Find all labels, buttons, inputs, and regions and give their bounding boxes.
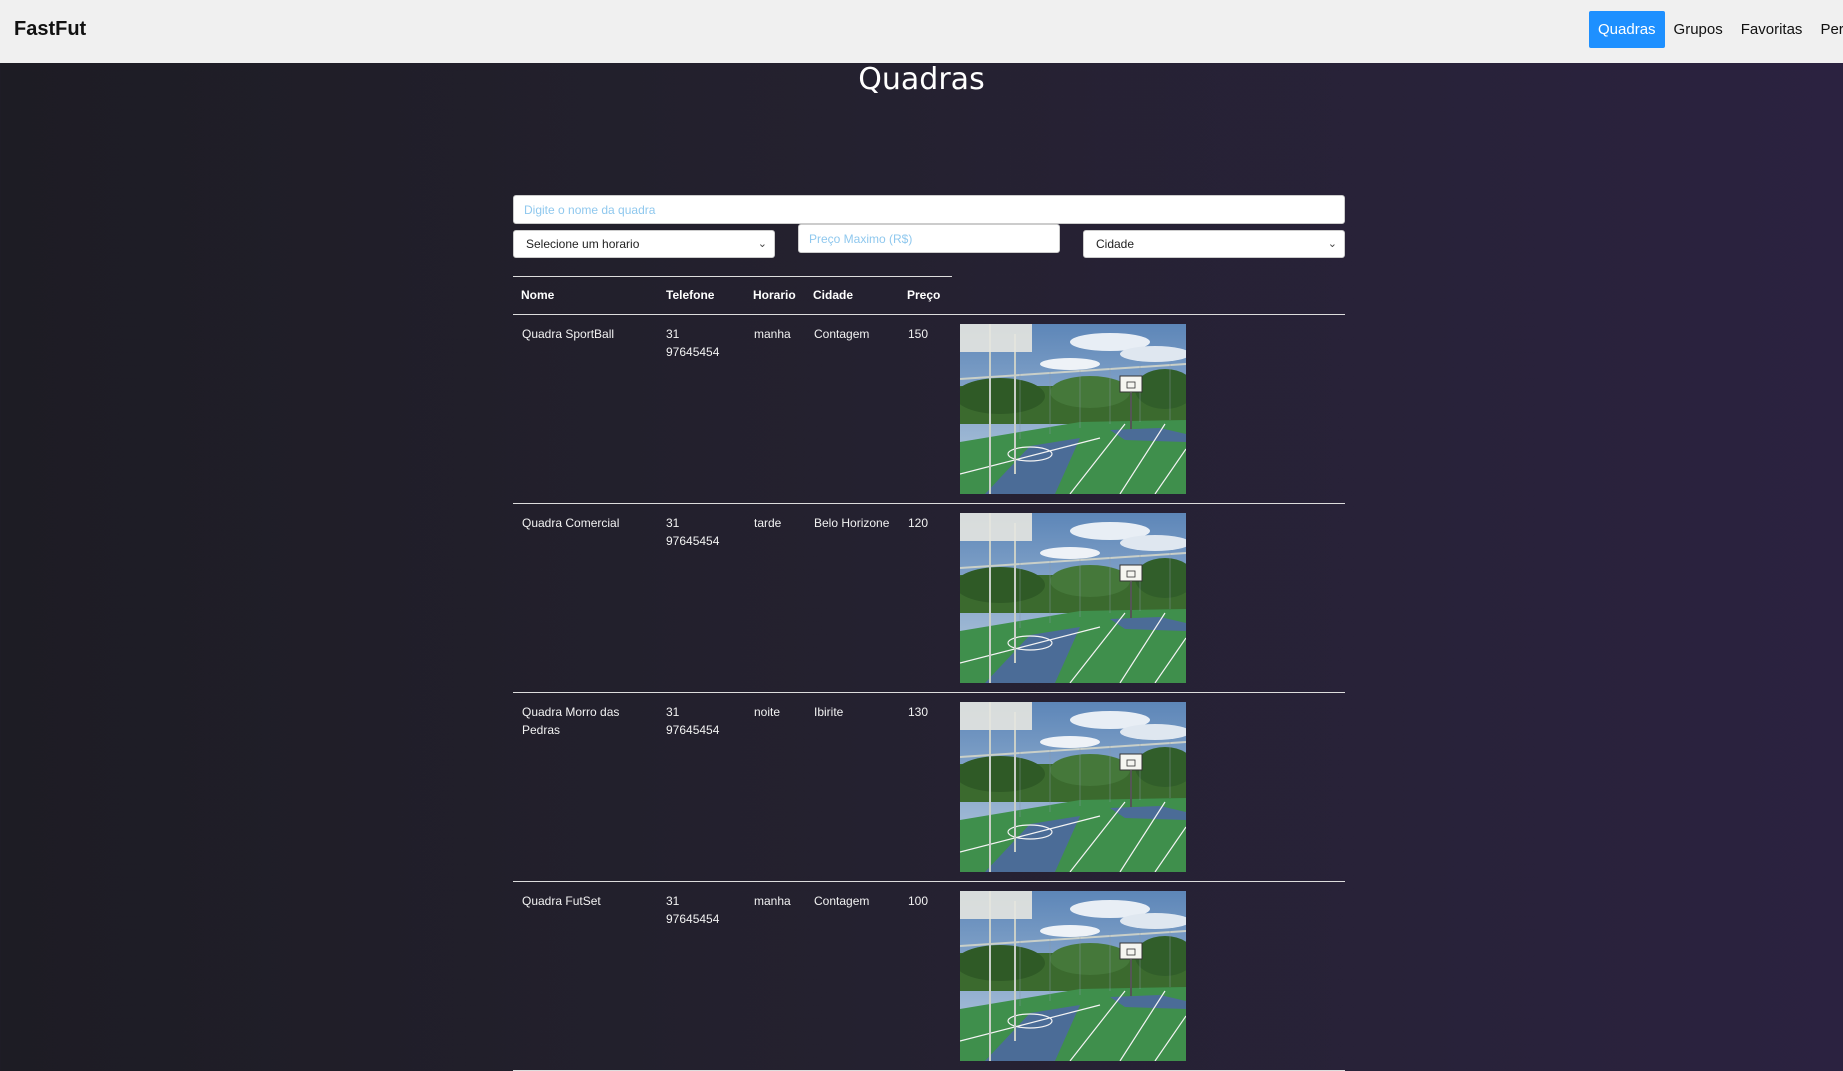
cell-telefone: 31 97645454 <box>666 327 720 359</box>
cidade-select-value: Cidade <box>1096 237 1135 251</box>
nav-grupos[interactable]: Grupos <box>1665 11 1732 48</box>
header-horario: Horario <box>753 288 796 302</box>
court-name-search-input[interactable] <box>513 195 1345 224</box>
cell-telefone: 31 97645454 <box>666 894 720 926</box>
cell-nome: Quadra FutSet <box>522 894 601 908</box>
cell-horario: tarde <box>754 516 782 530</box>
cell-preco: 120 <box>908 516 929 530</box>
cell-preco: 130 <box>908 705 929 719</box>
nav-favoritas[interactable]: Favoritas <box>1732 11 1812 48</box>
court-photo <box>960 513 1186 683</box>
court-photo <box>960 324 1186 494</box>
cell-cidade: Contagem <box>814 894 870 908</box>
cell-nome: Quadra Morro das Pedras <box>522 705 620 737</box>
court-photo <box>960 891 1186 1061</box>
cidade-select[interactable]: Cidade ⌄ <box>1083 230 1345 258</box>
horario-select[interactable]: Selecione um horario ⌄ <box>513 230 775 258</box>
top-navbar: FastFut Quadras Grupos Favoritas Perfil <box>0 0 1843 63</box>
chevron-down-icon: ⌄ <box>1327 238 1337 250</box>
cell-preco: 100 <box>908 894 929 908</box>
horario-select-value: Selecione um horario <box>526 237 640 251</box>
header-preco: Preço <box>907 288 941 302</box>
table-row[interactable]: Quadra SportBall 31 97645454 manha Conta… <box>513 315 1345 504</box>
table-row[interactable]: Quadra FutSet 31 97645454 manha Contagem… <box>513 882 1345 1071</box>
cell-cidade: Ibirite <box>814 705 844 719</box>
cell-horario: manha <box>754 327 791 341</box>
table-row[interactable]: Quadra Morro das Pedras 31 97645454 noit… <box>513 693 1345 882</box>
cell-preco: 150 <box>908 327 929 341</box>
nav-perfil[interactable]: Perfil <box>1811 11 1843 48</box>
cell-horario: manha <box>754 894 791 908</box>
main-nav: Quadras Grupos Favoritas Perfil <box>1589 11 1843 48</box>
table-row[interactable]: Quadra Comercial 31 97645454 tarde Belo … <box>513 504 1345 693</box>
nav-quadras[interactable]: Quadras <box>1589 11 1665 48</box>
court-photo <box>960 702 1186 872</box>
cell-horario: noite <box>754 705 781 719</box>
header-nome: Nome <box>521 288 555 302</box>
header-cidade: Cidade <box>813 288 854 302</box>
page-title: Quadras <box>858 62 985 97</box>
cell-nome: Quadra Comercial <box>522 516 620 530</box>
chevron-down-icon: ⌄ <box>757 238 767 250</box>
header-telefone: Telefone <box>666 288 715 302</box>
max-price-input[interactable] <box>798 224 1060 253</box>
cell-telefone: 31 97645454 <box>666 705 720 737</box>
cell-cidade: Contagem <box>814 327 870 341</box>
brand-logo[interactable]: FastFut <box>14 18 86 41</box>
cell-telefone: 31 97645454 <box>666 516 720 548</box>
table-header: Nome Telefone Horario Cidade Preço <box>513 277 1345 315</box>
cell-nome: Quadra SportBall <box>522 327 615 341</box>
cell-cidade: Belo Horizone <box>814 516 890 530</box>
